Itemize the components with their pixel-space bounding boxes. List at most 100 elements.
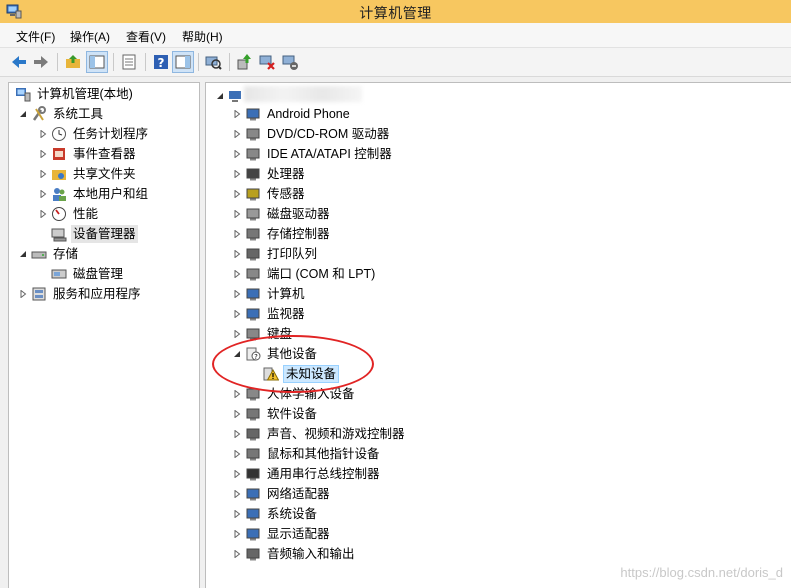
tree-item-services-applications[interactable]: 服务和应用程序 <box>17 284 143 304</box>
expand-arrow-icon[interactable] <box>231 308 243 320</box>
expand-arrow-icon[interactable] <box>231 148 243 160</box>
scan-hardware-button[interactable] <box>202 51 224 73</box>
device-category-mice-pointing-devices[interactable]: 鼠标和其他指针设备 <box>231 444 382 464</box>
expand-arrow-icon[interactable] <box>231 268 243 280</box>
device-root-node[interactable] <box>214 86 248 106</box>
menu-help[interactable]: 帮助(H) <box>180 28 225 45</box>
tree-item-disk-management[interactable]: 磁盘管理 <box>49 264 125 284</box>
window-title: 计算机管理 <box>359 5 432 21</box>
device-category-human-interface-devices[interactable]: 人体学输入设备 <box>231 384 357 404</box>
expand-arrow-icon[interactable] <box>231 328 243 340</box>
device-category-other-devices[interactable]: ? 其他设备 <box>231 344 319 364</box>
title-bar: 计算机管理 <box>0 0 791 23</box>
expand-arrow-icon[interactable] <box>37 148 49 160</box>
expand-arrow-icon[interactable] <box>37 208 49 220</box>
device-category-computer[interactable]: 计算机 <box>231 284 307 304</box>
expand-arrow-icon[interactable] <box>231 488 243 500</box>
device-category-network-adapters[interactable]: 网络适配器 <box>231 484 332 504</box>
console-tree-pane[interactable]: 计算机管理(本地) 系统工具 任务计划程序 事件查看器 共享文件夹 本地用户和组… <box>8 82 200 588</box>
tree-label: 事件查看器 <box>73 147 136 161</box>
menu-action[interactable]: 操作(A) <box>68 28 112 45</box>
device-label: 处理器 <box>267 167 305 181</box>
device-category-monitors[interactable]: 监视器 <box>231 304 307 324</box>
device-category-system-devices[interactable]: 系统设备 <box>231 504 319 524</box>
display-adapter-icon <box>245 526 261 542</box>
device-label: Android Phone <box>267 107 350 121</box>
port-icon <box>245 266 261 282</box>
tree-label: 磁盘管理 <box>73 267 124 281</box>
properties-button[interactable] <box>118 51 140 73</box>
computer-management-icon <box>15 86 31 102</box>
expand-arrow-icon[interactable] <box>37 168 49 180</box>
action-pane-button[interactable] <box>172 51 194 73</box>
device-label: 音频输入和输出 <box>267 547 355 561</box>
storage-controller-icon <box>245 226 261 242</box>
device-label: 计算机 <box>267 287 305 301</box>
device-category-print-queues[interactable]: 打印队列 <box>231 244 319 264</box>
tree-item-system-tools[interactable]: 系统工具 <box>17 104 105 124</box>
menu-file[interactable]: 文件(F) <box>14 28 57 45</box>
tree-item-event-viewer[interactable]: 事件查看器 <box>37 144 138 164</box>
expand-arrow-icon[interactable] <box>231 108 243 120</box>
expand-arrow-icon[interactable] <box>231 508 243 520</box>
expand-arrow-icon[interactable] <box>231 188 243 200</box>
sensor-icon <box>245 186 261 202</box>
device-category-disk-drives[interactable]: 磁盘驱动器 <box>231 204 332 224</box>
device-category-storage-controllers[interactable]: 存储控制器 <box>231 224 332 244</box>
help-button[interactable]: ? <box>150 51 172 73</box>
collapse-arrow-icon[interactable] <box>231 348 243 360</box>
expand-arrow-icon[interactable] <box>37 128 49 140</box>
expand-arrow-icon[interactable] <box>231 228 243 240</box>
device-category-sensors[interactable]: 传感器 <box>231 184 307 204</box>
expand-arrow-icon[interactable] <box>231 428 243 440</box>
disable-device-button[interactable] <box>256 51 278 73</box>
expand-arrow-icon[interactable] <box>231 388 243 400</box>
expand-arrow-icon[interactable] <box>231 208 243 220</box>
tree-item-local-users-groups[interactable]: 本地用户和组 <box>37 184 150 204</box>
tree-item-storage[interactable]: 存储 <box>17 244 80 264</box>
back-button[interactable] <box>8 51 30 73</box>
device-category-audio-inputs-outputs[interactable]: 音频输入和输出 <box>231 544 357 564</box>
device-category-dvd-cd-rom-drives[interactable]: DVD/CD-ROM 驱动器 <box>231 124 391 144</box>
device-category-software-devices[interactable]: 软件设备 <box>231 404 319 424</box>
collapse-arrow-icon[interactable] <box>17 108 29 120</box>
device-category-unknown-device[interactable]: 未知设备 <box>261 364 340 384</box>
up-button[interactable] <box>62 51 84 73</box>
tree-item-performance[interactable]: 性能 <box>37 204 100 224</box>
device-category-ports-com-lpt[interactable]: 端口 (COM 和 LPT) <box>231 264 377 284</box>
device-category-keyboards[interactable]: 键盘 <box>231 324 294 344</box>
device-category-android-phone[interactable]: Android Phone <box>231 104 352 124</box>
device-category-ide-ata-atapi-controllers[interactable]: IDE ATA/ATAPI 控制器 <box>231 144 394 164</box>
expand-arrow-icon[interactable] <box>231 288 243 300</box>
scan-hardware-icon <box>205 56 222 70</box>
uninstall-device-button[interactable] <box>279 51 301 73</box>
device-category-usb-controllers[interactable]: 通用串行总线控制器 <box>231 464 382 484</box>
tree-item-task-scheduler[interactable]: 任务计划程序 <box>37 124 150 144</box>
device-label: 通用串行总线控制器 <box>267 467 380 481</box>
expand-arrow-icon[interactable] <box>17 288 29 300</box>
device-label: 其他设备 <box>267 347 318 361</box>
show-hide-tree-button[interactable] <box>86 51 108 73</box>
device-category-display-adapters[interactable]: 显示适配器 <box>231 524 332 544</box>
system-device-icon <box>245 506 261 522</box>
expand-arrow-icon[interactable] <box>231 528 243 540</box>
forward-button[interactable] <box>30 51 52 73</box>
device-category-sound-video-game-controllers[interactable]: 声音、视频和游戏控制器 <box>231 424 407 444</box>
expand-arrow-icon[interactable] <box>37 188 49 200</box>
tree-item-device-manager[interactable]: 设备管理器 <box>49 224 138 244</box>
expand-arrow-icon[interactable] <box>231 168 243 180</box>
expand-arrow-icon[interactable] <box>231 408 243 420</box>
tree-item-shared-folders[interactable]: 共享文件夹 <box>37 164 138 184</box>
expand-arrow-icon[interactable] <box>231 468 243 480</box>
expand-arrow-icon[interactable] <box>231 548 243 560</box>
expand-arrow-icon[interactable] <box>231 248 243 260</box>
collapse-arrow-icon[interactable] <box>214 90 226 102</box>
tree-item-computer-management[interactable]: 计算机管理(本地) <box>13 84 135 104</box>
expand-arrow-icon[interactable] <box>231 448 243 460</box>
menu-view[interactable]: 查看(V) <box>124 28 168 45</box>
watermark: https://blog.csdn.net/doris_d <box>620 565 783 580</box>
device-category-processors[interactable]: 处理器 <box>231 164 307 184</box>
expand-arrow-icon[interactable] <box>231 128 243 140</box>
update-driver-button[interactable] <box>233 51 255 73</box>
collapse-arrow-icon[interactable] <box>17 248 29 260</box>
